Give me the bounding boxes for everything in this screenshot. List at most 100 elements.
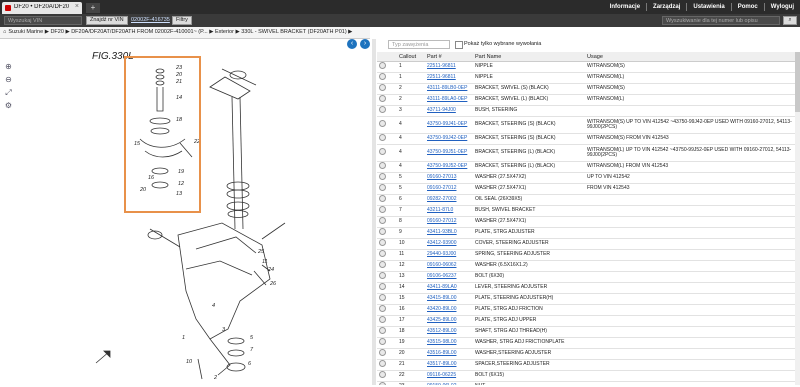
callout-11[interactable]: 11	[262, 259, 268, 265]
table-row[interactable]: 20 43516-89L00 WASHER,STEERING ADJUSTER	[377, 348, 800, 360]
menu-wyloguj[interactable]: Wyloguj	[765, 4, 800, 10]
part-number-link[interactable]: 43111-89LA0-0EP	[425, 94, 473, 106]
header-part-name[interactable]: Part Name	[473, 52, 585, 62]
breadcrumb-text[interactable]: Suzuki Marine ▶ DF20 ▶ DF20A/DF20AT/DF20…	[8, 29, 352, 35]
part-number-link[interactable]: 09282-27002	[425, 194, 473, 206]
search-button[interactable]: ⌕	[783, 16, 797, 25]
row-select-cell[interactable]	[377, 116, 397, 134]
prev-diagram-button[interactable]: ‹	[347, 39, 357, 49]
part-number-link[interactable]: 43415-89L00	[425, 293, 473, 305]
row-select-radio[interactable]	[379, 120, 386, 128]
table-row[interactable]: 7 43211-87L0 BUSH, SWIVEL BRACKET	[377, 205, 800, 217]
filter-button[interactable]: Filtry	[172, 16, 192, 25]
row-select-cell[interactable]	[377, 83, 397, 95]
scrollbar-thumb[interactable]	[795, 52, 800, 112]
callout-2[interactable]: 2	[213, 375, 217, 381]
table-row[interactable]: 15 43415-89L00 PLATE, STEERING ADJUSTER(H)	[377, 293, 800, 305]
row-select-radio[interactable]	[379, 239, 386, 247]
vin-link[interactable]: 02002F-416735	[131, 17, 170, 23]
row-select-radio[interactable]	[379, 162, 386, 170]
part-number-link[interactable]: 09160-06062	[425, 260, 473, 272]
callout-1[interactable]: 1	[182, 335, 185, 341]
row-select-cell[interactable]	[377, 271, 397, 283]
zoom-in-icon[interactable]: ⊕	[4, 62, 13, 71]
part-number-link[interactable]: 29440-93J00	[425, 249, 473, 261]
part-number-link[interactable]: 09116-06225	[425, 370, 473, 382]
part-number-link[interactable]: 09106-06237	[425, 271, 473, 283]
table-row[interactable]: 6 09282-27002 OIL SEAL (26X39X5)	[377, 194, 800, 206]
table-row[interactable]: 17 43425-89L00 PLATE, STRG ADJ UPPER	[377, 315, 800, 327]
close-tab-icon[interactable]: ×	[75, 3, 79, 10]
part-number-link[interactable]: 43420-89L00	[425, 304, 473, 316]
filter-input[interactable]: Typ zawężenia	[388, 40, 450, 49]
table-row[interactable]: 18 43512-89L00 SHAFT, STRG ADJ THREAD(H)	[377, 326, 800, 338]
row-select-radio[interactable]	[379, 73, 386, 81]
row-select-cell[interactable]	[377, 72, 397, 84]
table-row[interactable]: 14 43411-89LA0 LEVER, STEERING ADJUSTER	[377, 282, 800, 294]
browser-tab[interactable]: DF20 • DF20A/DF20AR... ×	[2, 2, 82, 14]
zoom-out-icon[interactable]: ⊖	[4, 75, 13, 84]
row-select-cell[interactable]	[377, 161, 397, 173]
row-select-radio[interactable]	[379, 305, 386, 313]
part-number-link[interactable]: 43512-89L00	[425, 326, 473, 338]
row-select-radio[interactable]	[379, 283, 386, 291]
header-usage[interactable]: Usage	[585, 52, 800, 62]
table-scrollbar[interactable]	[795, 52, 800, 385]
part-number-link[interactable]: 09159-06L02	[425, 381, 473, 385]
row-select-cell[interactable]	[377, 315, 397, 327]
row-select-cell[interactable]	[377, 370, 397, 382]
table-row[interactable]: 19 43515-98L00 WASHER, STRG ADJ FRICTIONPL…	[377, 337, 800, 349]
new-tab-button[interactable]: +	[86, 3, 100, 13]
table-row[interactable]: 3 43711-94J00 BUSH, STEERING	[377, 105, 800, 117]
table-row[interactable]: 1 22511-96811 NIPPLE W/TRANSOM(S)	[377, 61, 800, 73]
row-select-cell[interactable]	[377, 183, 397, 195]
pane-splitter[interactable]	[372, 39, 376, 385]
row-select-cell[interactable]	[377, 133, 397, 145]
part-number-link[interactable]: 43516-89L00	[425, 348, 473, 360]
row-select-cell[interactable]	[377, 144, 397, 162]
table-row[interactable]: 5 09160-27012 WASHER (27.5X47X1) FROM VIN 4…	[377, 183, 800, 195]
callout-24[interactable]: 24	[267, 267, 274, 273]
row-select-radio[interactable]	[379, 261, 386, 269]
row-select-radio[interactable]	[379, 173, 386, 181]
row-select-cell[interactable]	[377, 194, 397, 206]
callout-7[interactable]: 7	[250, 347, 254, 353]
row-select-radio[interactable]	[379, 206, 386, 214]
row-select-radio[interactable]	[379, 360, 386, 368]
home-icon[interactable]: ⌂	[3, 27, 6, 38]
row-select-cell[interactable]	[377, 61, 397, 73]
part-search-input[interactable]: Wyszukiwanie dla tej numer lub opisu	[662, 16, 780, 25]
vin-search-input[interactable]: Wyszukaj VIN	[4, 16, 82, 25]
row-select-cell[interactable]	[377, 348, 397, 360]
row-select-cell[interactable]	[377, 205, 397, 217]
row-select-cell[interactable]	[377, 260, 397, 272]
table-row[interactable]: 8 09160-27012 WASHER (27.5X47X1)	[377, 216, 800, 228]
part-number-link[interactable]: 43750-99J42-0EP	[425, 133, 473, 145]
table-row[interactable]: 4 43750-99J51-0EP BRACKET, STEERING (L) (B…	[377, 144, 800, 162]
highlighted-callout-group[interactable]	[124, 56, 201, 213]
row-select-radio[interactable]	[379, 148, 386, 156]
table-row[interactable]: 12 09160-06062 WASHER (6.5X16X1.2)	[377, 260, 800, 272]
row-select-radio[interactable]	[379, 371, 386, 379]
row-select-radio[interactable]	[379, 250, 386, 258]
settings-icon[interactable]: ⚙	[4, 101, 13, 110]
row-select-radio[interactable]	[379, 327, 386, 335]
header-callout[interactable]: Callout	[397, 52, 425, 62]
row-select-radio[interactable]	[379, 217, 386, 225]
table-row[interactable]: 4 43750-99J52-0EP BRACKET, STEERING (L) (B…	[377, 161, 800, 173]
callout-4[interactable]: 4	[212, 303, 215, 309]
show-selected-checkbox[interactable]	[455, 41, 463, 49]
part-number-link[interactable]: 09160-27012	[425, 183, 473, 195]
row-select-cell[interactable]	[377, 94, 397, 106]
row-select-radio[interactable]	[379, 134, 386, 142]
part-number-link[interactable]: 43711-94J00	[425, 105, 473, 117]
row-select-radio[interactable]	[379, 338, 386, 346]
row-select-radio[interactable]	[379, 228, 386, 236]
part-number-link[interactable]: 09160-27012	[425, 216, 473, 228]
row-select-cell[interactable]	[377, 105, 397, 117]
row-select-radio[interactable]	[379, 95, 386, 103]
table-row[interactable]: 2 43111-89LA0-0EP BRACKET, SWIVEL (L) (BLA…	[377, 94, 800, 106]
part-number-link[interactable]: 43515-98L00	[425, 337, 473, 349]
row-select-radio[interactable]	[379, 294, 386, 302]
table-row[interactable]: 4 43750-99J41-0EP BRACKET, STEERING (S) (B…	[377, 116, 800, 134]
